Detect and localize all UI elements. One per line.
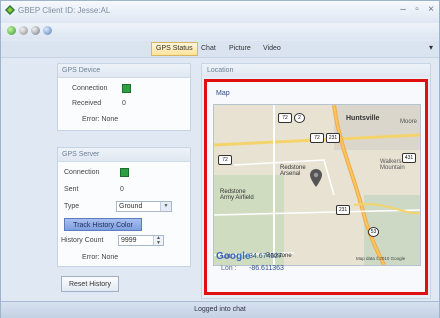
type-select[interactable]: Ground ▼ [116, 201, 172, 212]
server-type-label: Type [64, 203, 80, 210]
gps-server-title: GPS Server [58, 148, 190, 162]
server-connection-label: Connection [64, 169, 100, 176]
reset-history-button[interactable]: Reset History [61, 276, 119, 292]
map-label-huntsville: Huntsville [346, 115, 380, 122]
minimize-button[interactable]: – [397, 4, 409, 16]
map-view[interactable]: 72 2 72 231 72 231 53 431 Huntsville Red… [213, 104, 421, 266]
device-error-label: Error: None [82, 116, 119, 123]
server-connection-indicator [120, 168, 129, 177]
location-pin-icon[interactable] [310, 169, 322, 187]
map-label-walker-mountain: Walkers Mountain [380, 159, 405, 171]
device-connection-label: Connection [72, 85, 108, 92]
tab-menu-icon[interactable]: ▾ [429, 43, 433, 52]
history-count-label: History Count [61, 237, 104, 244]
gray-icon-2[interactable] [31, 26, 40, 35]
close-button[interactable]: × [425, 4, 437, 16]
gps-device-title: GPS Device [58, 64, 190, 78]
map-label-redstone-arsenal: Redstone Arsenal [280, 165, 306, 177]
route-shield: 2 [294, 113, 305, 123]
type-select-value: Ground [119, 203, 143, 210]
tab-gps-status[interactable]: GPS Status [151, 42, 198, 56]
location-panel: Location Map 72 2 72 231 72 231 53 431 H… [201, 63, 431, 299]
tab-bar: GPS Status Chat Picture Video ▾ [1, 41, 439, 58]
location-title: Location [202, 64, 430, 77]
gray-icon-1[interactable] [19, 26, 28, 35]
history-count-value: 9999 [121, 237, 137, 244]
app-window: GBEP Client ID: Jesse:AL – ▫ × GPS Statu… [0, 0, 440, 318]
connect-icon[interactable] [7, 26, 16, 35]
server-error-label: Error: None [82, 254, 119, 261]
lat-value: 34.674527 [249, 253, 283, 260]
device-received-label: Received [72, 100, 102, 107]
route-shield: 72 [218, 155, 232, 165]
lon-value: -86.611363 [249, 265, 284, 272]
lon-label: Lon : [221, 265, 237, 272]
map-attribution: Map data ©2010 Google [356, 256, 406, 261]
route-shield: 231 [336, 205, 350, 215]
route-shield: 231 [326, 133, 340, 143]
gps-server-panel: GPS Server Connection Sent 0 Type Ground… [57, 147, 191, 267]
map-label-redstone-army-airfield: Redstone Army Airfield [220, 189, 254, 201]
server-sent-value: 0 [120, 186, 124, 193]
map-label: Map [216, 90, 230, 97]
route-shield: 53 [368, 227, 379, 237]
lat-label: Lat : [221, 253, 235, 260]
server-sent-label: Sent [64, 186, 79, 193]
track-history-color-button[interactable]: Track History Color [64, 218, 142, 231]
status-bar: Logged into chat [1, 301, 439, 318]
app-icon [5, 5, 15, 15]
toolbar [1, 23, 439, 39]
tab-picture[interactable]: Picture [225, 43, 255, 55]
map-label-moore: Moore [400, 119, 418, 125]
title-bar: GBEP Client ID: Jesse:AL – ▫ × [1, 1, 439, 23]
route-shield: 72 [278, 113, 292, 123]
stepper-arrows-icon[interactable]: ▲ ▼ [153, 236, 163, 245]
chevron-down-icon: ▼ [160, 202, 171, 211]
gps-device-panel: GPS Device Connection Received 0 Error: … [57, 63, 191, 131]
route-shield: 72 [310, 133, 324, 143]
device-received-value: 0 [122, 100, 126, 107]
device-connection-indicator [122, 84, 131, 93]
tab-video[interactable]: Video [259, 43, 285, 55]
globe-icon[interactable] [43, 26, 52, 35]
window-title: GBEP Client ID: Jesse:AL [18, 6, 111, 15]
tab-chat[interactable]: Chat [197, 43, 220, 55]
map-highlight-frame: Map 72 2 72 231 72 231 53 431 Huntsville… [204, 79, 428, 295]
maximize-button[interactable]: ▫ [411, 4, 423, 16]
history-count-stepper[interactable]: 9999 ▲ ▼ [118, 235, 164, 246]
